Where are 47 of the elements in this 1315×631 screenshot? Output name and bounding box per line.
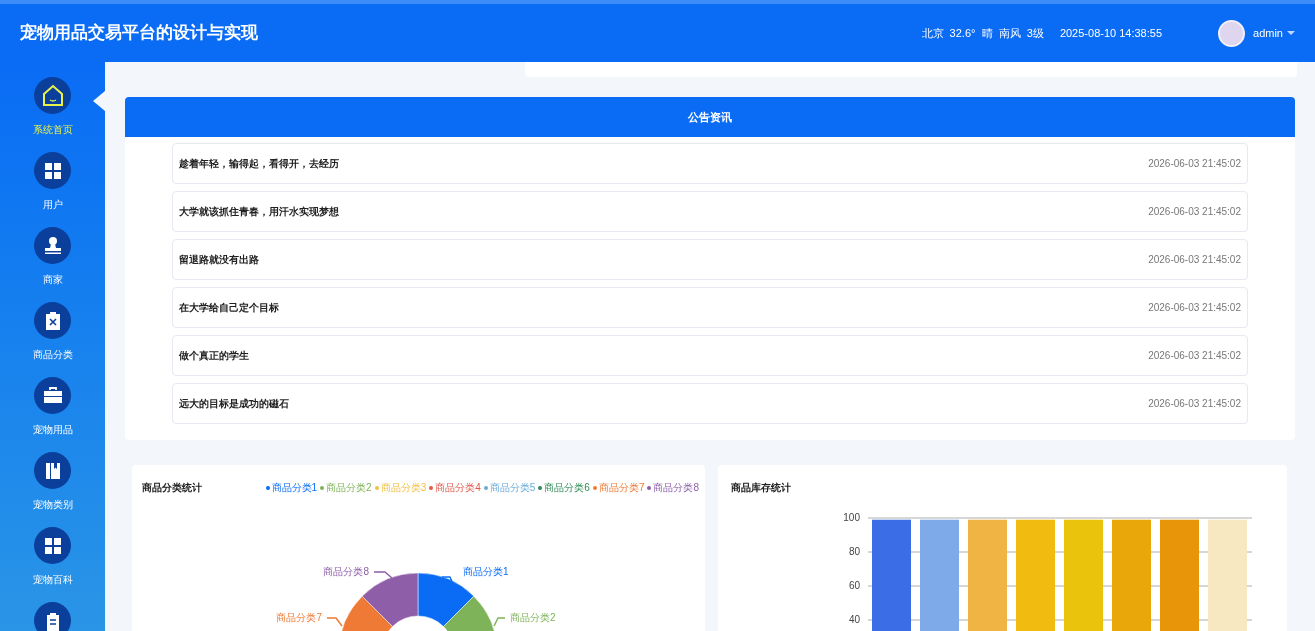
announcement-row[interactable]: 做个真正的学生 2026-06-03 21:45:02: [172, 335, 1248, 376]
slice-label: 商品分类8: [323, 566, 369, 577]
announcement-row[interactable]: 趁着年轻，输得起，看得开，去经历 2026-06-03 21:45:02: [172, 143, 1248, 184]
chart-title: 商品分类统计: [142, 481, 202, 495]
sidebar-item[interactable]: 商品分类: [0, 302, 105, 362]
slice-label: 商品分类2: [510, 612, 556, 623]
axis-tick-label: 60: [848, 580, 860, 591]
axis-tick-label: 40: [848, 614, 860, 625]
sidebar-item[interactable]: 宠物类别: [0, 452, 105, 512]
announcement-time: 2026-06-03 21:45:02: [1148, 157, 1241, 171]
sidebar-item[interactable]: 商家: [0, 227, 105, 287]
legend-item[interactable]: 商品分类4: [429, 480, 481, 495]
announcement-title: 做个真正的学生: [179, 349, 249, 363]
announcement-time: 2026-06-03 21:45:02: [1148, 301, 1241, 315]
announcement-time: 2026-06-03 21:45:02: [1148, 253, 1241, 267]
sidebar-item[interactable]: 系统首页: [0, 77, 105, 137]
announcement-title: 大学就该抓住青春，用汗水实现梦想: [179, 205, 339, 219]
sidebar-item[interactable]: 宠物百科: [0, 527, 105, 587]
announcement-title: 趁着年轻，输得起，看得开，去经历: [179, 157, 339, 171]
sidebar-item[interactable]: 用户: [0, 152, 105, 212]
weather-text: 北京 32.6° 晴 南风 3级: [921, 25, 1044, 41]
announcement-row[interactable]: 大学就该抓住青春，用汗水实现梦想 2026-06-03 21:45:02: [172, 191, 1248, 232]
panel-title-bar: 公告资讯: [125, 97, 1295, 137]
sidebar-item[interactable]: 宠物用品: [0, 377, 105, 437]
axis-tick-label: 80: [848, 546, 860, 557]
announcement-title: 留退路就没有出路: [179, 253, 259, 267]
slice-label: 商品分类7: [276, 612, 322, 623]
announcement-row[interactable]: 远大的目标是成功的磁石 2026-06-03 21:45:02: [172, 383, 1248, 424]
legend-item[interactable]: 商品分类6: [538, 480, 590, 495]
legend-item[interactable]: 商品分类5: [483, 480, 536, 495]
slice-label: 商品分类1: [463, 566, 509, 577]
app-title: 宠物用品交易平台的设计与实现: [20, 22, 258, 45]
user-menu[interactable]: admin: [1253, 24, 1295, 42]
legend-item[interactable]: 商品分类2: [320, 480, 372, 495]
legend-item[interactable]: 商品分类1: [265, 480, 318, 495]
axis-tick-label: 100: [843, 512, 860, 523]
announcement-time: 2026-06-03 21:45:02: [1148, 349, 1241, 363]
announcement-time: 2026-06-03 21:45:02: [1148, 397, 1241, 411]
chart-title: 商品库存统计: [731, 481, 791, 495]
legend-item[interactable]: 商品分类8: [647, 480, 699, 495]
announcement-time: 2026-06-03 21:45:02: [1148, 205, 1241, 219]
legend-item[interactable]: 商品分类7: [592, 480, 645, 495]
announcement-row[interactable]: 在大学给自己定个目标 2026-06-03 21:45:02: [172, 287, 1248, 328]
announcement-title: 远大的目标是成功的磁石: [179, 397, 289, 411]
announcement-row[interactable]: 留退路就没有出路 2026-06-03 21:45:02: [172, 239, 1248, 280]
announcement-title: 在大学给自己定个目标: [179, 301, 279, 315]
datetime-text: 2025-08-10 14:38:55: [1059, 25, 1163, 41]
